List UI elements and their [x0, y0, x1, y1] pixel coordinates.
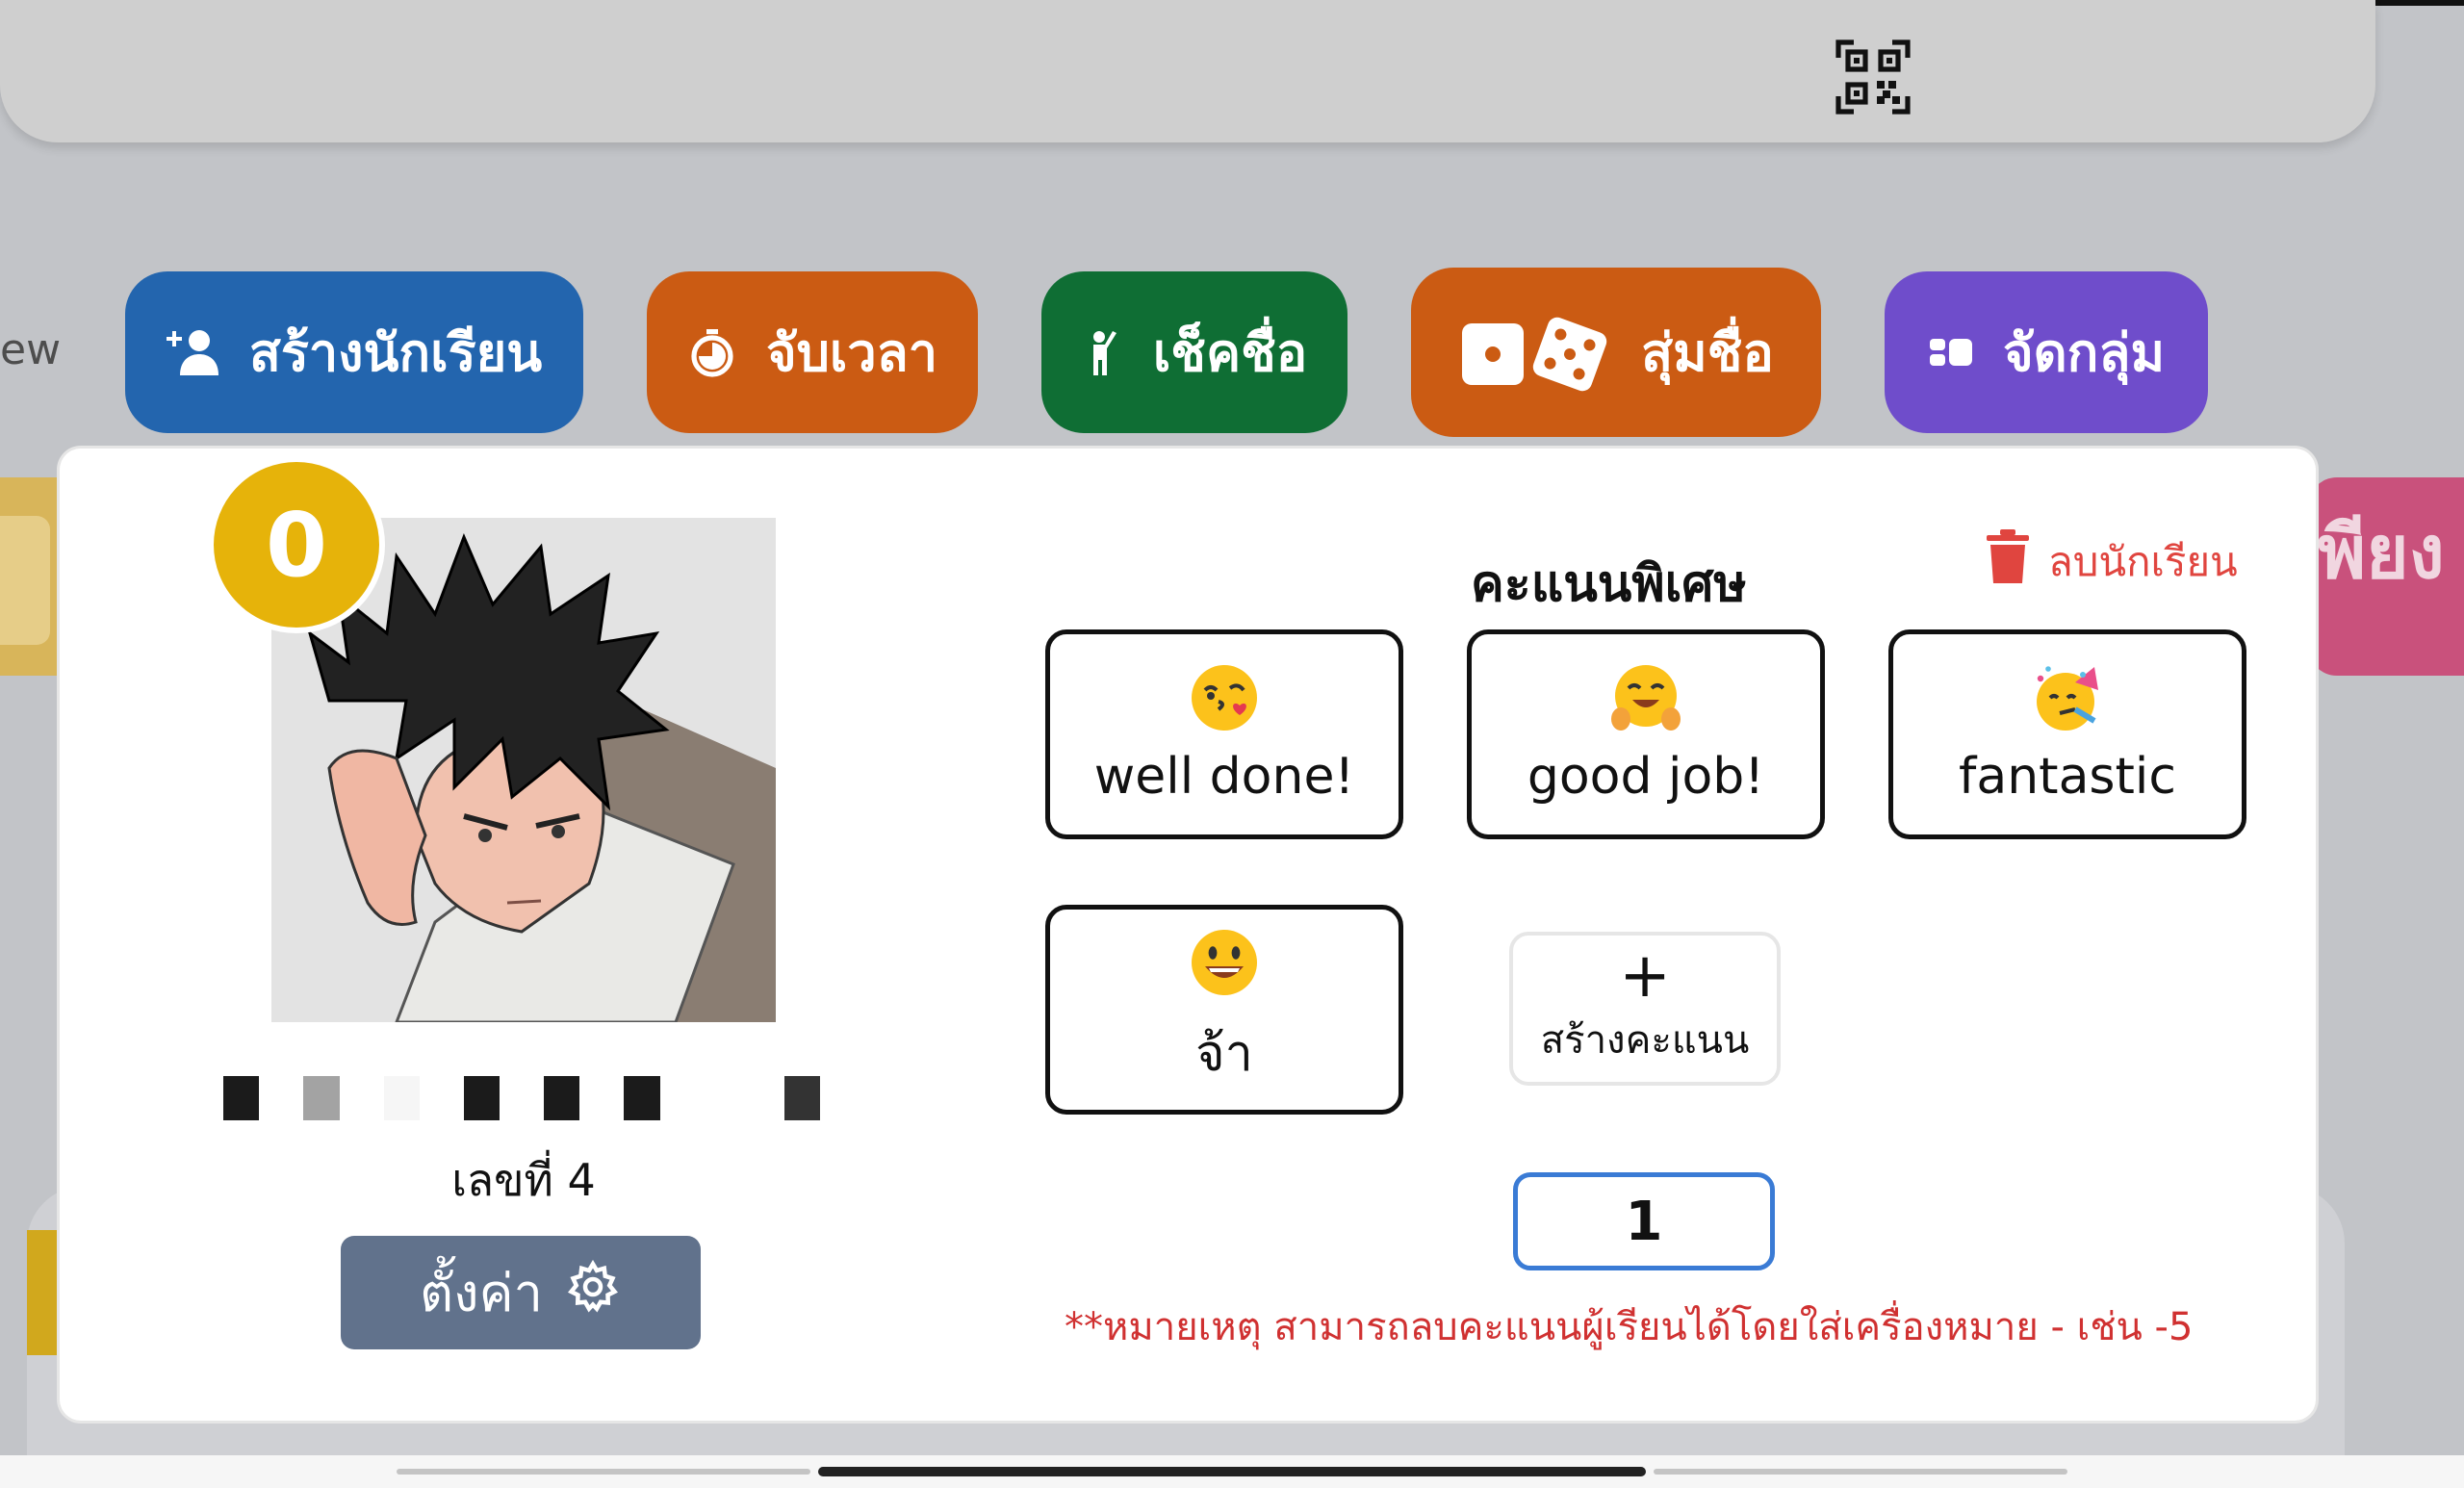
background-card-accent — [27, 1230, 60, 1355]
stopwatch-icon — [687, 327, 737, 377]
reward-well-done-button[interactable]: well done! — [1045, 629, 1403, 839]
qr-code-icon[interactable] — [1835, 38, 1912, 115]
reward-label: good job! — [1527, 748, 1765, 806]
home-indicator-track-left — [397, 1469, 810, 1475]
gear-icon — [564, 1258, 622, 1328]
student-number: เลขที่ 4 — [451, 1154, 596, 1206]
trash-icon — [1987, 529, 2029, 595]
attendance-label: เช็คชื่อ — [1152, 322, 1308, 383]
kiss-face-icon — [1192, 665, 1257, 731]
settings-button[interactable]: ตั้งค่า — [341, 1236, 701, 1349]
party-face-icon — [2037, 666, 2098, 731]
student-name-redacted — [223, 1065, 820, 1120]
reward-fantastic-button[interactable]: fantastic — [1888, 629, 2246, 839]
score-amount-input[interactable] — [1513, 1172, 1775, 1270]
group-label: จัดกลุ่ม — [2002, 322, 2166, 383]
create-students-button[interactable]: สร้างนักเรียน — [125, 271, 583, 433]
home-indicator[interactable] — [818, 1467, 1646, 1476]
home-indicator-track-right — [1654, 1469, 2067, 1475]
reward-ja-button[interactable]: จ้า — [1045, 905, 1403, 1115]
group-button[interactable]: จัดกลุ่ม — [1885, 271, 2208, 433]
add-score-label: สร้างคะแนน — [1540, 1018, 1750, 1063]
bonus-score-title: คะแนนพิเศษ — [1471, 555, 1747, 613]
timer-label: จับเวลา — [765, 322, 938, 383]
student-modal: 0 เลขที่ 4 ตั้งค่า คะแนนพิเศษ ลบนักเรียน — [60, 449, 2316, 1421]
settings-label: ตั้งค่า — [420, 1263, 543, 1323]
raise-hand-person-icon — [1082, 327, 1124, 377]
hug-face-icon — [1611, 665, 1681, 731]
dice-icon — [1458, 304, 1612, 400]
timer-button[interactable]: จับเวลา — [647, 271, 978, 433]
add-score-button[interactable]: + สร้างคะแนน — [1509, 932, 1781, 1086]
plus-icon: + — [1619, 940, 1671, 1012]
background-card-left-inner — [0, 516, 50, 645]
add-user-icon — [166, 325, 220, 379]
create-students-label: สร้างนักเรียน — [248, 322, 543, 383]
reward-label: fantastic — [1959, 748, 2176, 806]
random-name-button[interactable]: สุ่มชื่อ — [1411, 268, 1821, 437]
score-badge: 0 — [208, 456, 385, 633]
grin-face-icon — [1192, 929, 1257, 995]
delete-student-label: ลบนักเรียน — [2048, 538, 2238, 585]
top-bar — [0, 0, 2375, 142]
reward-good-job-button[interactable]: good job! — [1467, 629, 1825, 839]
reward-label: จ้า — [1195, 1024, 1253, 1083]
attendance-button[interactable]: เช็คชื่อ — [1041, 271, 1348, 433]
group-icon — [1928, 335, 1974, 370]
random-name-label: สุ่มชื่อ — [1641, 322, 1774, 383]
background-card-right-text: พียง — [2318, 509, 2445, 595]
delete-student-button[interactable]: ลบนักเรียน — [1987, 529, 2238, 595]
score-note: **หมายเหตุ สามารถลบคะแนนผู้เรียนได้โดยใส… — [1065, 1305, 2194, 1349]
view-toggle-partial[interactable]: ew — [0, 325, 61, 374]
background-card-right: พียง — [2308, 477, 2464, 676]
reward-label: well done! — [1093, 748, 1355, 806]
